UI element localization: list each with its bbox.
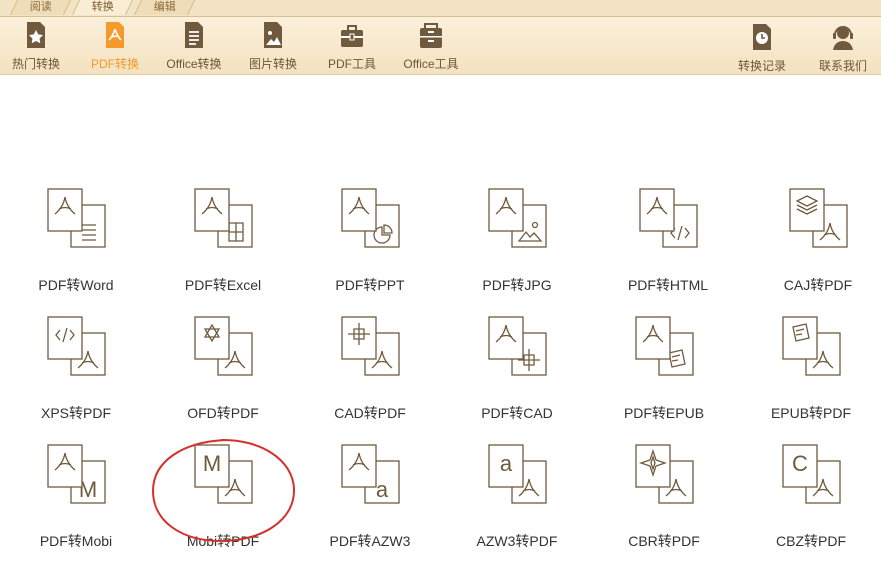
convert-card-cbz-to-pdf[interactable]: C CBZ转PDF bbox=[751, 441, 871, 551]
toolbar-contact-us[interactable]: 联系我们 bbox=[808, 23, 878, 74]
document-icon bbox=[185, 22, 203, 48]
toolbar-image-conversion[interactable]: 图片转换 bbox=[238, 21, 308, 72]
convert-card-caj-to-pdf[interactable]: CAJ转PDF bbox=[758, 185, 878, 295]
pdf-to-mobi-icon: M bbox=[47, 444, 106, 504]
pdf-to-html-icon bbox=[639, 188, 698, 248]
image-icon bbox=[264, 22, 282, 48]
xps-to-pdf-icon bbox=[47, 316, 106, 376]
toolbar-office-conversion[interactable]: Office转换 bbox=[159, 21, 229, 72]
cad-to-pdf-icon bbox=[341, 316, 400, 376]
pdf-to-ppt-icon bbox=[341, 188, 400, 248]
convert-card-pdf-to-ppt[interactable]: PDF转PPT bbox=[310, 185, 430, 295]
svg-text:C: C bbox=[792, 451, 808, 476]
toolbar-conversion-history[interactable]: 转换记录 bbox=[727, 23, 797, 74]
pdf-to-cad-icon bbox=[488, 316, 547, 376]
pdf-to-excel-icon bbox=[194, 188, 253, 248]
convert-card-pdf-to-html[interactable]: PDF转HTML bbox=[608, 185, 728, 295]
svg-text:a: a bbox=[376, 477, 389, 502]
convert-card-pdf-to-jpg[interactable]: PDF转JPG bbox=[457, 185, 577, 295]
svg-text:M: M bbox=[203, 451, 221, 476]
toolbar-pdf-conversion[interactable]: PDF转换 bbox=[80, 21, 150, 72]
main-toolbar: 热门转换 PDF转换 Office转换 图片转换 PDF工具 Office工具 … bbox=[0, 17, 881, 75]
headset-icon bbox=[833, 26, 853, 50]
tab-convert[interactable]: 转换 bbox=[72, 0, 133, 15]
convert-card-xps-to-pdf[interactable]: XPS转PDF bbox=[16, 313, 136, 423]
epub-to-pdf-icon bbox=[782, 316, 841, 376]
toolbox-icon bbox=[341, 25, 363, 47]
convert-card-azw3-to-pdf[interactable]: a AZW3转PDF bbox=[457, 441, 577, 551]
convert-card-cbr-to-pdf[interactable]: CBR转PDF bbox=[604, 441, 724, 551]
convert-card-mobi-to-pdf[interactable]: M Mobi转PDF bbox=[163, 441, 283, 551]
caj-to-pdf-icon bbox=[789, 188, 848, 248]
convert-card-pdf-to-mobi[interactable]: M PDF转Mobi bbox=[16, 441, 136, 551]
convert-card-cad-to-pdf[interactable]: CAD转PDF bbox=[310, 313, 430, 423]
pdf-doc-icon bbox=[106, 22, 124, 48]
pdf-to-azw3-icon: a bbox=[341, 444, 400, 504]
tab-edit[interactable]: 编辑 bbox=[134, 0, 195, 15]
ofd-to-pdf-icon bbox=[194, 316, 253, 376]
convert-card-ofd-to-pdf[interactable]: OFD转PDF bbox=[163, 313, 283, 423]
svg-text:a: a bbox=[500, 451, 513, 476]
pdf-to-word-icon bbox=[47, 188, 106, 248]
star-doc-icon bbox=[27, 22, 45, 48]
cbr-to-pdf-icon bbox=[635, 444, 694, 504]
pdf-to-epub-icon bbox=[635, 316, 694, 376]
convert-card-pdf-to-excel[interactable]: PDF转Excel bbox=[163, 185, 283, 295]
mode-tab-bar: 阅读 转换 编辑 bbox=[0, 0, 881, 17]
clock-icon bbox=[753, 24, 771, 50]
mobi-to-pdf-icon: M bbox=[194, 444, 253, 504]
cbz-to-pdf-icon: C bbox=[782, 444, 841, 504]
convert-card-pdf-to-word[interactable]: PDF转Word bbox=[16, 185, 136, 295]
cabinet-icon bbox=[420, 23, 442, 48]
toolbar-hot-conversion[interactable]: 热门转换 bbox=[1, 21, 71, 72]
pdf-to-jpg-icon bbox=[488, 188, 547, 248]
tab-read[interactable]: 阅读 bbox=[10, 0, 71, 15]
azw3-to-pdf-icon: a bbox=[488, 444, 547, 504]
convert-card-pdf-to-cad[interactable]: PDF转CAD bbox=[457, 313, 577, 423]
toolbar-office-tools[interactable]: Office工具 bbox=[396, 21, 466, 72]
conversion-grid: PDF转Word PDF转Excel PDF转PPT PDF转JPG PDF转H… bbox=[0, 75, 881, 561]
convert-card-pdf-to-epub[interactable]: PDF转EPUB bbox=[604, 313, 724, 423]
toolbar-pdf-tools[interactable]: PDF工具 bbox=[317, 21, 387, 72]
convert-card-epub-to-pdf[interactable]: EPUB转PDF bbox=[751, 313, 871, 423]
convert-card-pdf-to-azw3[interactable]: a PDF转AZW3 bbox=[310, 441, 430, 551]
